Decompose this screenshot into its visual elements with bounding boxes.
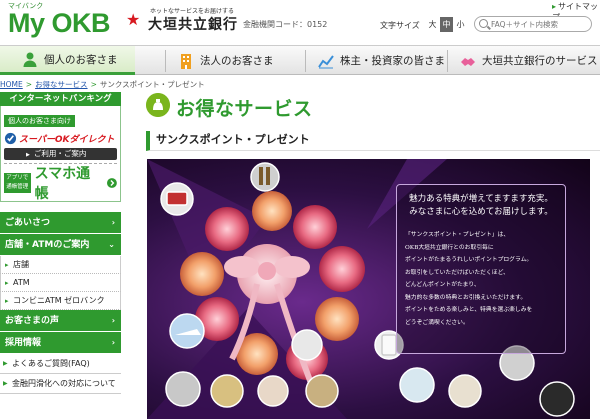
side-menu-greeting-label: ごあいさつ (5, 218, 51, 228)
coin-bag-icon (146, 93, 170, 117)
promo-line: ポイントがたまるうれしいポイントプログラム。 (405, 257, 533, 263)
promo-line: どんどんポイントがたまり、 (405, 282, 480, 288)
chevron-right-icon: › (111, 338, 115, 347)
site-header: マイバンク My OKB ★ ホットなサービスをお届けする 大垣共立銀行 金融機… (0, 0, 600, 44)
breadcrumb-current: サンクスポイント・プレゼント (99, 80, 205, 89)
promo-line: OKB大垣共立銀行とのお取引毎に (405, 244, 494, 251)
section-title: サンクスポイント・プレゼント (146, 131, 600, 151)
nav-personal-label: 個人のお客さま (44, 53, 118, 66)
promo-headline-2: みなさまに心を込めてお届けします。 (409, 207, 553, 217)
chart-icon (318, 54, 334, 68)
super-ok-direct-logo[interactable]: スーパーOKダイレクト (4, 130, 117, 146)
smartphone-passbook-name: スマホ通帳 (34, 165, 91, 202)
nav-services-label: 大垣共立銀行のサービス (482, 55, 598, 67)
building-icon (181, 53, 191, 69)
search-icon[interactable] (479, 19, 488, 28)
promo-body: 「サンクスポイント・プレゼント」は、 OKB大垣共立銀行とのお取引毎に ポイント… (405, 229, 557, 329)
side-menu-recruit[interactable]: 採用情報 › (0, 332, 121, 354)
search-input[interactable] (491, 18, 589, 30)
promo-line: お取引をしていただけばいただくほど、 (405, 269, 509, 276)
nav-investors[interactable]: 株主・投資家の皆さま (310, 46, 445, 75)
page-title: お得なサービス (176, 98, 313, 120)
breadcrumb: HOME > お得なサービス > サンクスポイント・プレゼント (0, 80, 205, 89)
smartphone-passbook-link[interactable]: アプリで 通帳管理 スマホ通帳 (4, 163, 117, 202)
thanks-point-banner: 魅力ある特典が増えてますます充実。 みなさまに心を込めてお届けします。 「サンク… (147, 159, 590, 419)
breadcrumb-parent[interactable]: お得なサービス (35, 80, 88, 89)
promo-text-box: 魅力ある特典が増えてますます充実。 みなさまに心を込めてお届けします。 「サンク… (396, 184, 566, 354)
nav-investors-label: 株主・投資家の皆さま (340, 55, 445, 67)
chevron-down-icon: ⌄ (108, 240, 115, 249)
side-menu-financing[interactable]: 金融円滑化への対応について (0, 374, 121, 394)
side-menu-stores[interactable]: 店舗 (0, 256, 121, 274)
promo-line: ポイントをためる楽しみと、特典を選ぶ楽しみを (405, 307, 533, 313)
handshake-icon (461, 57, 475, 66)
side-menu-branches-label: 店舗・ATMのご案内 (5, 240, 90, 250)
bank-logo-icon: ★ (126, 10, 141, 29)
font-size-medium-button[interactable]: 中 (440, 17, 453, 32)
app-badge: アプリで 通帳管理 (4, 172, 31, 193)
nav-personal[interactable]: 個人のお客さま (0, 46, 135, 75)
nav-corporate[interactable]: 法人のお客さま (170, 46, 300, 75)
search-box (474, 16, 592, 32)
font-size-large-button[interactable]: 大 (426, 17, 439, 32)
side-menu-convenience-atm[interactable]: コンビニATM ゼロバンク (0, 292, 121, 310)
nav-corporate-label: 法人のお客さま (200, 55, 274, 67)
super-ok-direct-icon (4, 132, 17, 144)
side-menu-branches[interactable]: 店舗・ATMのご案内 ⌄ (0, 234, 121, 256)
super-ok-direct-name: スーパーOKダイレクト (19, 134, 115, 145)
promo-line: どうぞご満喫ください。 (405, 319, 469, 326)
font-size-label: 文字サイズ (380, 21, 420, 30)
promo-headline-1: 魅力ある特典が増えてますます充実。 (409, 194, 553, 204)
bank-code: 金融機関コード：0152 (243, 20, 328, 29)
nav-services[interactable]: 大垣共立銀行のサービス (452, 46, 600, 75)
side-menu-customer-voice[interactable]: お客さまの声 › (0, 310, 121, 332)
super-ok-direct-guide-button[interactable]: ご利用・ご案内 (4, 148, 117, 160)
side-menu-faq[interactable]: よくあるご質問(FAQ) (0, 354, 121, 374)
arrow-right-icon (107, 177, 117, 188)
internet-banking-box: 個人のお客さま向け スーパーOKダイレクト ご利用・ご案内 アプリで 通帳管理 … (0, 106, 121, 202)
side-menu-customer-voice-label: お客さまの声 (5, 316, 60, 326)
promo-line: 魅力的な多数の特典とお引換えいただけます。 (405, 294, 527, 301)
global-nav: 個人のお客さま 法人のお客さま 株主・投資家の皆さま 大垣共立銀行のサービス (0, 45, 600, 75)
promo-line: 「サンクスポイント・プレゼント」は、 (405, 232, 510, 238)
chevron-right-icon: › (111, 218, 115, 227)
internet-banking-title: インターネットバンキング (0, 92, 121, 106)
internet-banking-subtitle: 個人のお客さま向け (4, 115, 75, 127)
breadcrumb-home[interactable]: HOME (0, 80, 23, 89)
chevron-right-icon: › (111, 316, 115, 325)
font-size-small-button[interactable]: 小 (454, 17, 467, 32)
side-menu: ごあいさつ› 店舗・ATMのご案内⌄ 店舗 ATM コンビニATM ゼロバンク … (0, 212, 121, 394)
brand-logo[interactable]: My OKB (8, 8, 111, 39)
sidebar: インターネットバンキング 個人のお客さま向け スーパーOKダイレクト ご利用・ご… (0, 92, 121, 419)
bank-name[interactable]: 大垣共立銀行 (148, 14, 238, 34)
side-menu-greeting[interactable]: ごあいさつ › (0, 212, 121, 234)
side-menu-atm[interactable]: ATM (0, 274, 121, 292)
side-menu-recruit-label: 採用情報 (5, 338, 42, 348)
person-icon (23, 52, 37, 67)
